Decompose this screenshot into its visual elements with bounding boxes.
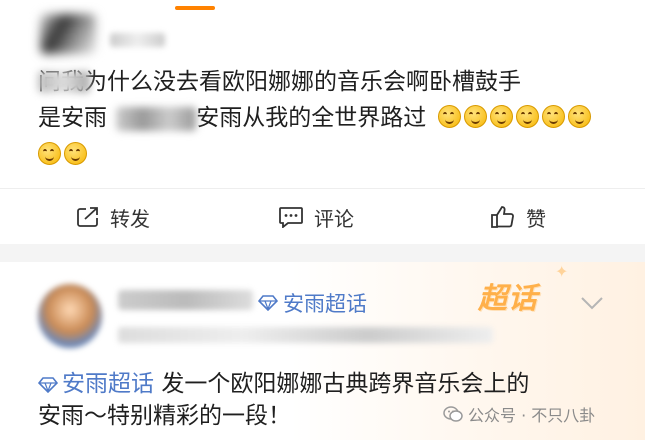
active-tab-indicator xyxy=(175,6,215,10)
sparkle-icon: ✦ xyxy=(555,262,569,281)
blurred-username[interactable] xyxy=(118,290,253,310)
comment-label: 评论 xyxy=(314,206,354,231)
like-label: 赞 xyxy=(526,206,546,231)
comment-button[interactable]: 评论 xyxy=(278,189,354,245)
topic-link-inline[interactable]: 安雨超话 xyxy=(37,371,161,397)
repost-button[interactable]: 转发 xyxy=(76,189,150,245)
post-divider xyxy=(0,244,645,262)
supertopic-badge: 超话 xyxy=(478,281,539,315)
wechat-icon xyxy=(443,406,463,422)
post-text: 是安雨 xyxy=(38,105,107,131)
repost-label: 转发 xyxy=(110,206,150,231)
blurred-text xyxy=(38,71,90,93)
laugh-tears-icon xyxy=(64,142,87,165)
avatar[interactable] xyxy=(38,284,102,348)
post-text: 问我为什么没去看欧阳娜娜的音乐会啊卧槽鼓手 xyxy=(38,69,521,95)
laugh-tears-icon xyxy=(567,105,591,128)
laugh-tears-icon xyxy=(463,105,487,128)
laugh-tears-icon xyxy=(541,105,565,128)
watermark: 公众号 · 不只八卦 xyxy=(443,402,595,426)
laugh-tears-icon xyxy=(437,105,461,128)
post-text-line-2: 安雨～特别精彩的一段！ xyxy=(38,401,291,431)
laugh-tears-icon xyxy=(515,105,539,128)
post-text: 发一个欧阳娜娜古典跨界音乐会上的 xyxy=(161,371,530,397)
diamond-icon xyxy=(37,377,59,394)
post-text-line-1: 问我为什么没去看欧阳娜娜的音乐会啊卧槽鼓手 xyxy=(38,67,521,97)
post-text: 安雨从我的全世界路过 xyxy=(189,105,427,131)
blurred-text xyxy=(116,107,196,131)
topic-label: 安雨超话 xyxy=(283,292,367,316)
watermark-text: 公众号 · 不只八卦 xyxy=(468,406,596,425)
blurred-meta xyxy=(118,327,493,343)
post-text: 安雨～特别精彩的一段！ xyxy=(38,403,291,429)
topic-label: 安雨超话 xyxy=(62,371,154,397)
thumbs-up-icon xyxy=(491,206,514,228)
like-button[interactable]: 赞 xyxy=(490,189,546,245)
diamond-icon xyxy=(258,295,278,311)
post-actions-bar: 转发 评论 赞 xyxy=(0,188,645,245)
repost-icon xyxy=(77,207,98,227)
laugh-tears-icon xyxy=(489,105,513,128)
topic-link[interactable]: 安雨超话 xyxy=(258,288,367,318)
post-text-line-1: 安雨超话 发一个欧阳娜娜古典跨界音乐会上的 xyxy=(37,369,530,399)
laugh-tears-icon xyxy=(38,142,61,165)
blurred-username[interactable] xyxy=(110,33,165,47)
post-text-line-3 xyxy=(38,140,90,170)
comment-icon xyxy=(279,207,303,228)
avatar[interactable] xyxy=(40,14,96,54)
chevron-down-icon[interactable] xyxy=(580,296,604,310)
